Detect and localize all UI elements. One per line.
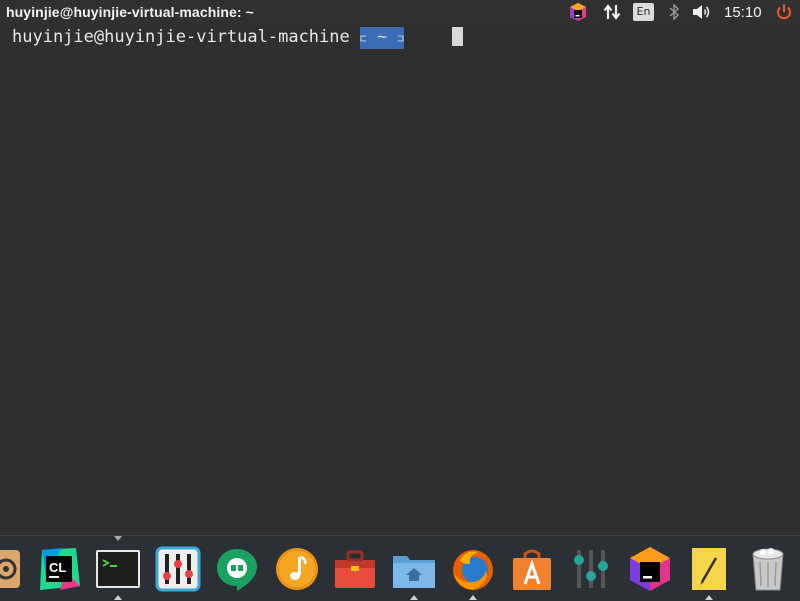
clock[interactable]: 15:10 [724,4,762,21]
window-title: huyinjie@huyinjie-virtual-machine: ~ [6,4,254,20]
app-indicator-icon[interactable] [568,2,588,22]
running-indicator-terminal [114,595,122,600]
volume-icon[interactable] [691,2,713,22]
prompt-directory: ~ [366,27,398,47]
dock-item-firefox[interactable] [450,546,496,592]
running-indicator-files [410,595,418,600]
prompt-line: huyinjie@huyinjie-virtual-machine ⊏ ~ ⊐ [12,27,404,49]
svg-text:CL: CL [49,560,66,575]
top-panel: huyinjie@huyinjie-virtual-machine: ~ En … [0,0,800,25]
dock-item-jetbrains-toolbox[interactable] [627,546,673,592]
dock-item-hangouts[interactable] [214,546,260,592]
dock-item-settings[interactable] [568,546,614,592]
dock-active-indicator [114,536,122,541]
dock-item-files[interactable] [391,546,437,592]
dock-item-software-center[interactable] [509,546,555,592]
dock-item-trash[interactable] [745,546,791,592]
dock-item-partial[interactable] [0,546,22,592]
prompt-user-host: huyinjie@huyinjie-virtual-machine [12,27,350,47]
power-icon[interactable] [774,2,794,22]
dock-item-mixer[interactable] [155,546,201,592]
running-indicator-notes [705,595,713,600]
network-icon[interactable] [602,2,622,22]
dock-item-music[interactable] [274,546,320,592]
running-indicator-firefox [469,595,477,600]
bluetooth-icon[interactable] [664,2,684,22]
dock-item-toolbox[interactable] [332,546,378,592]
text-cursor [452,27,463,46]
dock-item-clion[interactable]: CL [36,546,82,592]
prompt-directory-segment: ⊏ ~ ⊐ [360,27,404,49]
dock: CL [0,535,800,601]
dock-item-notes[interactable] [686,546,732,592]
dock-item-terminal[interactable] [95,546,141,592]
terminal-window[interactable]: huyinjie@huyinjie-virtual-machine ⊏ ~ ⊐ [0,25,800,535]
keyboard-language-icon[interactable]: En [633,3,654,21]
